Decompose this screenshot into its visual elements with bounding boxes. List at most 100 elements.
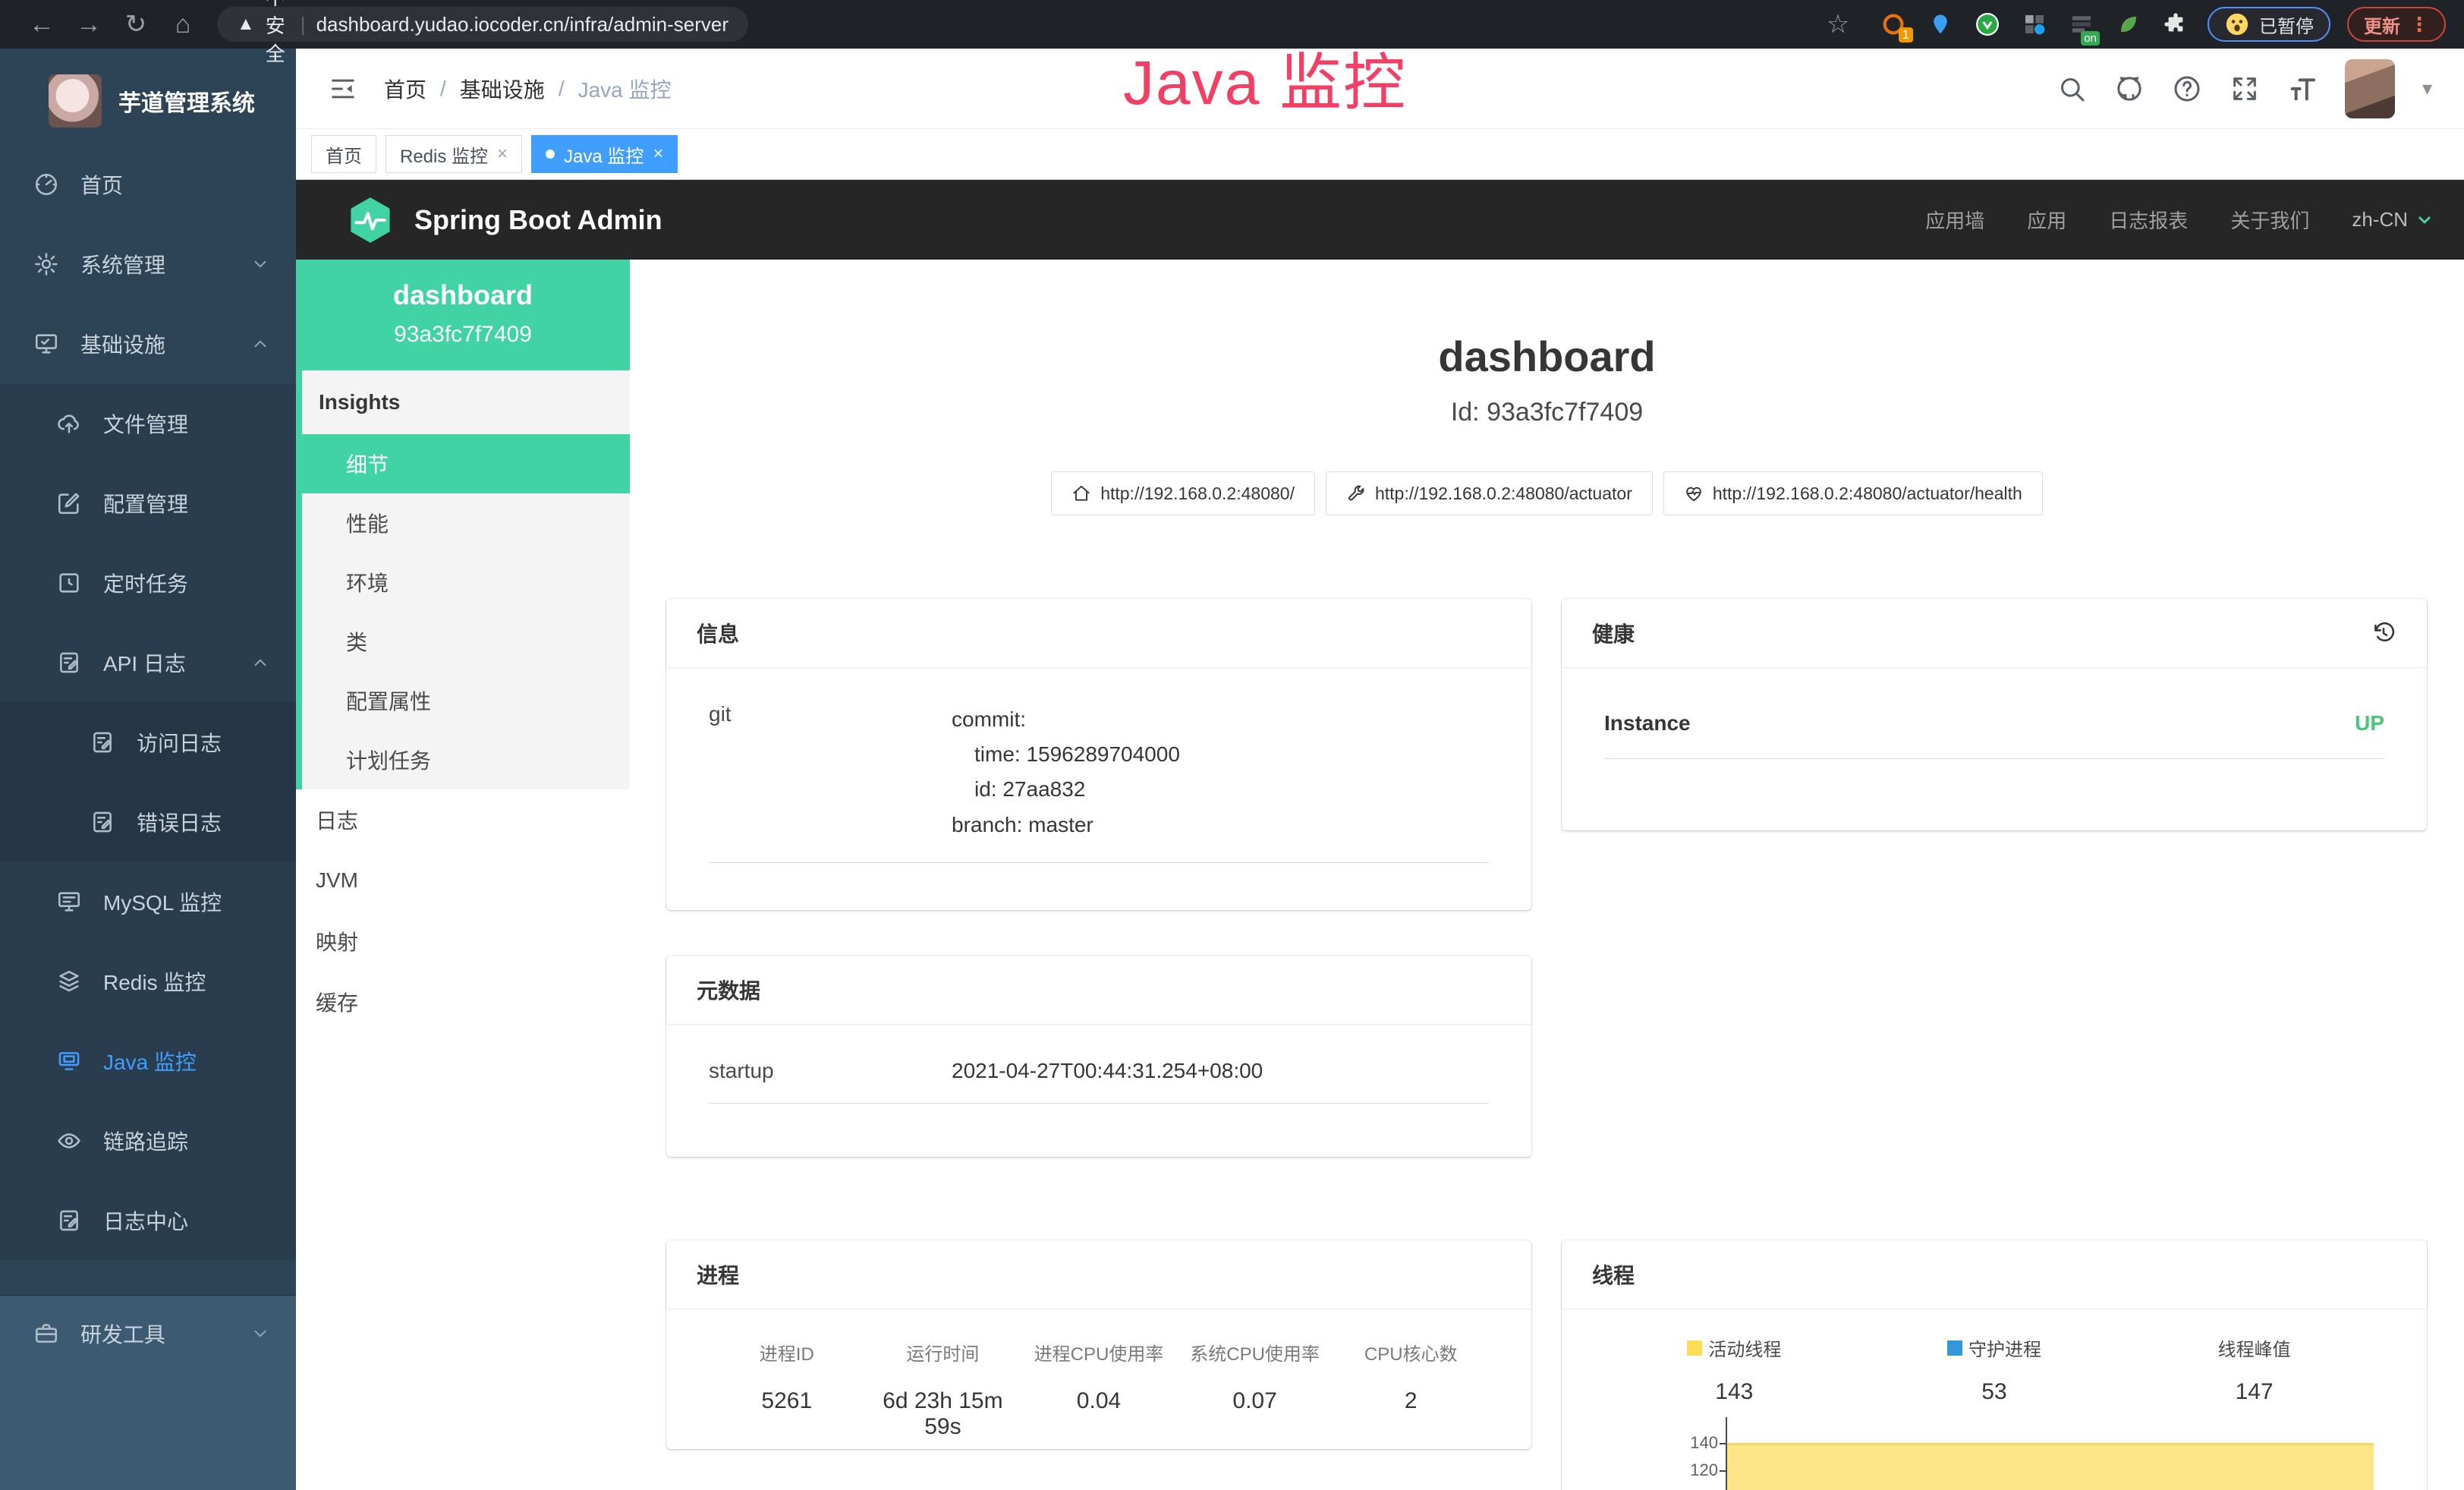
subnav-item-jvm[interactable]: JVM (296, 850, 630, 911)
help-icon[interactable] (2172, 74, 2202, 104)
subnav-item-details[interactable]: 细节 (302, 434, 630, 493)
sidebar-item-label: 定时任务 (103, 568, 188, 598)
sidebar-item-tracing[interactable]: 链路追踪 (0, 1101, 296, 1180)
sba-nav-wallboard[interactable]: 应用墙 (1925, 206, 1984, 234)
sidebar-item-label: 链路追踪 (103, 1126, 188, 1156)
sba-instance-sidebar: dashboard 93a3fc7f7409 Insights 细节 性能 环境… (296, 260, 630, 1490)
subnav-item-logs[interactable]: 日志 (296, 789, 630, 850)
pin-extension-icon[interactable] (1925, 9, 1956, 39)
history-icon[interactable] (2371, 620, 2396, 646)
leaf-extension-icon[interactable] (2113, 9, 2144, 39)
breadcrumb-infrastructure[interactable]: 基础设施 (460, 74, 545, 104)
subnav-item-config-props[interactable]: 配置属性 (302, 671, 630, 730)
sidebar-fold-icon[interactable] (328, 74, 358, 104)
puzzle-extensions-icon[interactable] (2160, 9, 2191, 39)
process-header-system-cpu: 系统CPU使用率 (1177, 1339, 1333, 1366)
sidebar-item-log-center[interactable]: 日志中心 (0, 1180, 296, 1260)
subnav-label: 映射 (316, 926, 358, 956)
grid-extension-icon[interactable] (2019, 9, 2050, 39)
subnav-item-environment[interactable]: 环境 (302, 553, 630, 612)
sba-nav-applications[interactable]: 应用 (2027, 206, 2066, 234)
breadcrumb-home[interactable]: 首页 (384, 74, 426, 104)
sidebar-item-dev-tools[interactable]: 研发工具 (0, 1296, 296, 1372)
process-header-process-cpu: 进程CPU使用率 (1021, 1339, 1177, 1366)
process-header-uptime: 运行时间 (865, 1339, 1021, 1366)
log-icon (56, 650, 82, 676)
subnav-item-caches[interactable]: 缓存 (296, 972, 630, 1032)
status-badge: UP (2355, 711, 2384, 736)
chevron-up-icon (250, 334, 270, 354)
subnav-item-classes[interactable]: 类 (302, 612, 630, 671)
caret-down-icon[interactable]: ▾ (2422, 77, 2432, 100)
address-bar[interactable]: ▲ 不安全 | dashboard.yudao.iocoder.cn/infra… (217, 7, 748, 42)
log-icon (90, 809, 115, 835)
fullscreen-icon[interactable] (2230, 74, 2260, 104)
insights-section: Insights 细节 性能 环境 类 配置属性 计划任务 (296, 370, 630, 789)
sba-nav-about[interactable]: 关于我们 (2230, 206, 2309, 234)
sba-brand-title[interactable]: Spring Boot Admin (414, 204, 662, 236)
metadata-startup-row: startup 2021-04-27T00:44:31.254+08:00 (709, 1059, 1489, 1104)
sba-nav-journal[interactable]: 日志报表 (2109, 206, 2188, 234)
close-icon[interactable]: × (653, 143, 663, 165)
extension-orange-icon[interactable]: 1 (1878, 9, 1909, 39)
sidebar-item-label: API 日志 (103, 647, 186, 678)
y-axis-tickmark (1720, 1470, 1726, 1472)
brand-header[interactable]: 芋道管理系统 (0, 49, 296, 137)
actuator-url-button[interactable]: http://192.168.0.2:48080/actuator (1326, 471, 1653, 515)
green-circle-extension-icon[interactable] (1972, 9, 2003, 39)
bookmark-star-icon[interactable]: ☆ (1814, 9, 1861, 39)
chevron-down-icon (250, 254, 270, 274)
sidebar-item-scheduled-tasks[interactable]: 定时任务 (0, 543, 296, 622)
legend-label: 线程峰值 (2218, 1334, 2291, 1361)
sidebar-item-system-management[interactable]: 系统管理 (0, 224, 296, 304)
reload-icon[interactable]: ↻ (112, 9, 159, 39)
threads-legend: 活动线程 143 守护进程 53 线程峰值 147 (1604, 1334, 2384, 1405)
sidebar-item-file-management[interactable]: 文件管理 (0, 383, 296, 463)
process-header-cpu-cores: CPU核心数 (1333, 1339, 1489, 1366)
sidebar-item-java-monitor[interactable]: Java 监控 (0, 1021, 296, 1101)
infra-monitor-icon (33, 331, 59, 357)
user-avatar[interactable] (2345, 59, 2395, 118)
bars-on-extension-icon[interactable]: on (2066, 9, 2097, 39)
metadata-key: startup (709, 1059, 952, 1083)
close-icon[interactable]: × (497, 143, 508, 165)
sidebar-item-config-management[interactable]: 配置管理 (0, 463, 296, 543)
subnav-item-performance[interactable]: 性能 (302, 493, 630, 553)
browser-menu-icon[interactable]: ⋮ (2409, 13, 2429, 36)
cloud-upload-icon (56, 411, 82, 436)
forward-icon[interactable]: → (65, 10, 112, 39)
sidebar-item-api-logs[interactable]: API 日志 (0, 622, 296, 702)
tab-redis-monitor[interactable]: Redis 监控 × (385, 135, 522, 173)
sidebar-item-access-logs[interactable]: 访问日志 (0, 702, 296, 782)
subnav-item-scheduled-tasks[interactable]: 计划任务 (302, 730, 630, 789)
font-size-icon[interactable] (2287, 74, 2318, 104)
shocked-face-icon (2224, 11, 2250, 37)
tab-java-monitor[interactable]: Java 监控 × (531, 135, 678, 173)
instance-header[interactable]: dashboard 93a3fc7f7409 (296, 260, 630, 370)
tab-home[interactable]: 首页 (311, 135, 376, 173)
main-sidebar: 芋道管理系统 首页 系统管理 基础设施 文件管理 配置管理 定时任务 (0, 49, 296, 1490)
cards-right-column: 健康 Instance UP 线程 (1562, 599, 2427, 1490)
service-url-button[interactable]: http://192.168.0.2:48080/ (1051, 471, 1315, 515)
info-git-row: git commit: time: 1596289704000 id: 27aa… (709, 702, 1489, 863)
sidebar-item-mysql-monitor[interactable]: MySQL 监控 (0, 862, 296, 941)
subnav-item-mappings[interactable]: 映射 (296, 911, 630, 972)
sidebar-item-infrastructure[interactable]: 基础设施 (0, 304, 296, 383)
security-label: 不安全 (266, 0, 290, 67)
sidebar-item-home[interactable]: 首页 (0, 144, 296, 224)
locale-selector[interactable]: zh-CN (2352, 208, 2434, 232)
health-url-button[interactable]: http://192.168.0.2:48080/actuator/health (1663, 471, 2043, 515)
home-icon (1072, 484, 1091, 503)
card-title: 健康 (1592, 618, 1635, 648)
sidebar-item-error-logs[interactable]: 错误日志 (0, 782, 296, 862)
sidebar-item-label: 错误日志 (137, 807, 222, 837)
update-browser-button[interactable]: 更新 ⋮ (2347, 7, 2446, 42)
sidebar-item-redis-monitor[interactable]: Redis 监控 (0, 941, 296, 1021)
log-icon (90, 729, 115, 755)
subnav-label: JVM (316, 868, 358, 893)
profile-paused-badge[interactable]: 已暂停 (2208, 7, 2330, 42)
github-icon[interactable] (2114, 74, 2145, 104)
search-icon[interactable] (2056, 74, 2087, 104)
home-icon[interactable]: ⌂ (159, 10, 206, 39)
back-icon[interactable]: ← (18, 10, 65, 39)
